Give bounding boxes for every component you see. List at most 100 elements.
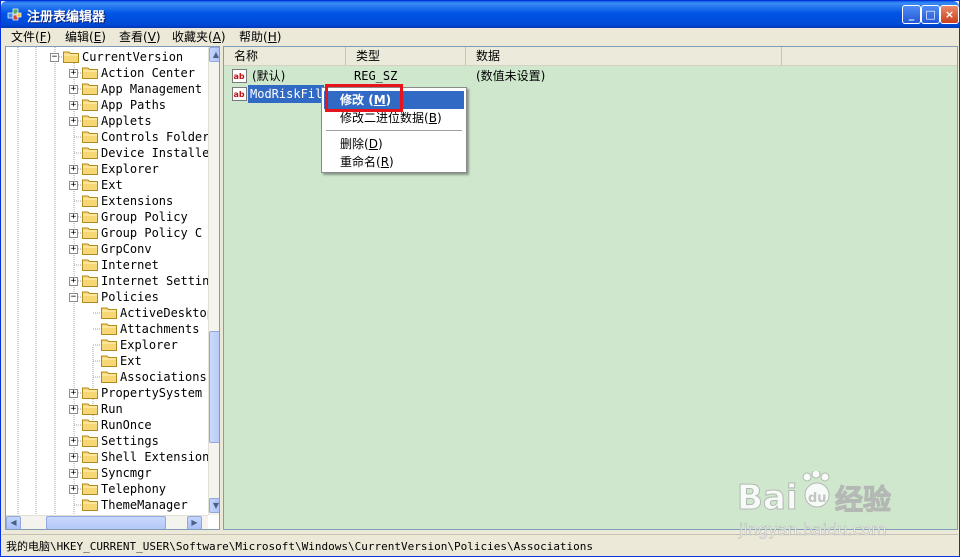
tree-item[interactable]: + Applets — [6, 113, 206, 129]
expand-icon[interactable]: + — [69, 117, 78, 126]
tree-item[interactable]: Ext — [6, 353, 206, 369]
tree-item[interactable]: Controls Folder — [6, 129, 209, 145]
menu-favorites[interactable]: 收藏夹(A) — [172, 29, 226, 45]
tree-item-label: RunOnce — [101, 418, 152, 432]
tree-horizontal-scrollbar[interactable]: ◀ ▶ — [6, 515, 208, 529]
expand-icon[interactable]: + — [69, 165, 78, 174]
folder-icon — [101, 355, 117, 367]
folder-icon — [101, 323, 117, 335]
scroll-thumb[interactable] — [209, 331, 219, 443]
tree-item[interactable]: + GrpConv — [6, 241, 206, 257]
tree-item[interactable]: + Settings — [6, 433, 206, 449]
expand-icon[interactable]: + — [69, 69, 78, 78]
expand-icon[interactable]: + — [69, 229, 78, 238]
expand-icon[interactable]: + — [69, 437, 78, 446]
tree-item[interactable]: + Internet Settings — [6, 273, 219, 289]
tree-item[interactable]: + Explorer — [6, 161, 206, 177]
folder-icon — [101, 339, 117, 351]
expand-icon[interactable]: + — [69, 101, 78, 110]
string-value-icon: ab — [232, 69, 247, 83]
scroll-left-icon[interactable]: ◀ — [6, 516, 21, 529]
tree-item[interactable]: ThemeManager — [6, 497, 206, 513]
menu-edit[interactable]: 编辑(E) — [65, 29, 106, 45]
scroll-up-icon[interactable]: ▲ — [209, 47, 219, 62]
expand-icon[interactable]: + — [69, 245, 78, 254]
tree-item[interactable]: RunOnce — [6, 417, 206, 433]
expand-icon[interactable]: + — [69, 485, 78, 494]
title-bar[interactable]: 注册表编辑器 _ □ × — [1, 1, 959, 28]
column-type-header[interactable]: 类型 — [346, 47, 466, 65]
registry-tree[interactable]: − CurrentVersion + Action Center + App Manage… — [5, 46, 220, 530]
tree-item[interactable]: + Syncmgr — [6, 465, 206, 481]
tree-item[interactable]: Internet — [6, 257, 206, 273]
expand-icon[interactable]: + — [69, 453, 78, 462]
tree-item-label: CurrentVersion — [82, 50, 184, 64]
tree-vertical-scrollbar[interactable]: ▲ ▼ — [208, 47, 219, 515]
collapse-icon[interactable]: − — [69, 293, 78, 302]
menu-view[interactable]: 查看(V) — [119, 29, 161, 45]
folder-icon — [82, 67, 98, 79]
minimize-button[interactable]: _ — [902, 5, 921, 24]
tree-item[interactable]: + Telephony — [6, 481, 206, 497]
expand-icon[interactable]: + — [69, 181, 78, 190]
close-button[interactable]: × — [940, 5, 959, 24]
tree-item-label: Syncmgr — [101, 466, 152, 480]
registry-editor-window: 注册表编辑器 _ □ × 文件(F) 编辑(E) 查看(V) 收藏夹(A) 帮助… — [0, 0, 960, 557]
column-data-header[interactable]: 数据 — [466, 47, 782, 65]
tree-item-label: Group Policy — [101, 210, 188, 224]
expand-icon[interactable]: + — [69, 213, 78, 222]
tree-item-label: Explorer — [120, 338, 178, 352]
maximize-button[interactable]: □ — [921, 5, 940, 24]
tree-item[interactable]: + Ext — [6, 177, 206, 193]
tree-item[interactable]: Extensions — [6, 193, 206, 209]
collapse-icon[interactable]: − — [50, 53, 59, 62]
expand-icon[interactable]: + — [69, 85, 78, 94]
tree-item[interactable]: Explorer — [6, 337, 206, 353]
tree-item[interactable]: − CurrentVersion — [6, 49, 206, 65]
tree-item[interactable]: + Group Policy C — [6, 225, 206, 241]
scroll-down-icon[interactable]: ▼ — [209, 498, 219, 513]
tree-item[interactable]: + PropertySystem — [6, 385, 206, 401]
tree-item[interactable]: + Group Policy — [6, 209, 206, 225]
tree-item-label: Run — [101, 402, 123, 416]
folder-icon — [82, 99, 98, 111]
scroll-right-icon[interactable]: ▶ — [187, 516, 202, 529]
tree-item-label: Settings — [101, 434, 159, 448]
scroll-hthumb[interactable] — [46, 516, 166, 529]
tree-item[interactable]: + App Management — [6, 81, 206, 97]
ctx-delete[interactable]: 删除(D) — [324, 135, 464, 153]
tree-item[interactable]: Attachments — [6, 321, 206, 337]
tree-item-label: App Management — [101, 82, 203, 96]
watermark-paw-text: du — [808, 491, 827, 506]
tree-item[interactable]: Associations — [6, 369, 207, 385]
folder-icon — [82, 83, 98, 95]
expand-icon[interactable]: + — [69, 469, 78, 478]
tree-item[interactable]: + App Paths — [6, 97, 206, 113]
watermark-site: jingyan.baidu.com — [738, 520, 887, 539]
tree-item[interactable]: + Run — [6, 401, 206, 417]
tree-item-label: Action Center — [101, 66, 195, 80]
watermark-cn: 经验 — [835, 483, 891, 516]
value-name: (默认) — [252, 69, 286, 83]
tree-item-label: Telephony — [101, 482, 167, 496]
expand-icon[interactable]: + — [69, 389, 78, 398]
tree-item[interactable]: ActiveDesktop — [6, 305, 214, 321]
value-row-default[interactable]: ab (默认) REG_SZ (数值未设置) — [230, 67, 930, 85]
folder-icon — [82, 467, 98, 479]
tree-item[interactable]: + Action Center — [6, 65, 206, 81]
menu-file[interactable]: 文件(F) — [11, 29, 51, 45]
ctx-rename[interactable]: 重命名(R) — [324, 153, 464, 171]
tree-item[interactable]: Device Installer — [6, 145, 217, 161]
folder-icon — [82, 499, 98, 511]
column-name-header[interactable]: 名称 — [224, 47, 346, 65]
folder-icon — [82, 115, 98, 127]
tree-item-label: Group Policy C — [101, 226, 203, 240]
menu-help[interactable]: 帮助(H) — [239, 29, 281, 45]
expand-icon[interactable]: + — [69, 405, 78, 414]
tree-item-label: Internet Settings — [101, 274, 220, 288]
watermark-brand: Bai — [737, 478, 798, 518]
tree-item[interactable]: + Shell Extensions — [6, 449, 217, 465]
tree-item-label: Shell Extensions — [101, 450, 217, 464]
tree-item[interactable]: − Policies — [6, 289, 206, 305]
expand-icon[interactable]: + — [69, 277, 78, 286]
